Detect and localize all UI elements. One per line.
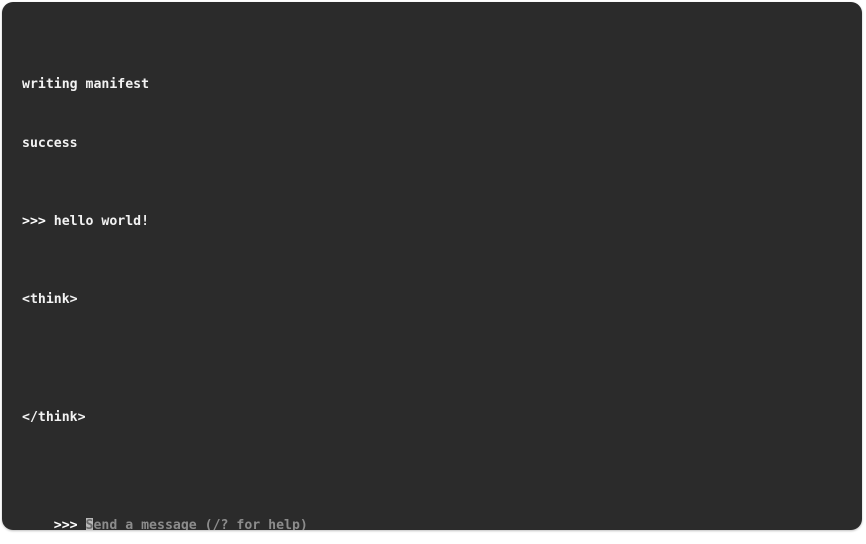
- user-input-text: hello world!: [53, 213, 150, 229]
- output-line: writing manifest: [22, 75, 852, 95]
- prompt-line: >>> hello world!: [22, 212, 852, 232]
- line-text: <think>: [22, 292, 78, 308]
- prompt-marker: >>>: [53, 517, 86, 530]
- terminal-window[interactable]: writing manifest success >>> hello world…: [2, 2, 862, 530]
- output-line: success: [22, 134, 852, 154]
- line-text: </think>: [22, 409, 86, 425]
- search-input-placeholder: end a message (/? for help): [93, 517, 308, 530]
- terminal-output: writing manifest success >>> hello world…: [22, 16, 852, 530]
- think-open-tag: <think>: [22, 290, 852, 310]
- terminal-input-line[interactable]: >>> Send a message (/? for help): [22, 496, 308, 530]
- line-text: success: [22, 135, 78, 151]
- line-text: writing manifest: [22, 76, 150, 92]
- think-close-tag: </think>: [22, 408, 852, 428]
- prompt-marker: >>>: [22, 213, 54, 229]
